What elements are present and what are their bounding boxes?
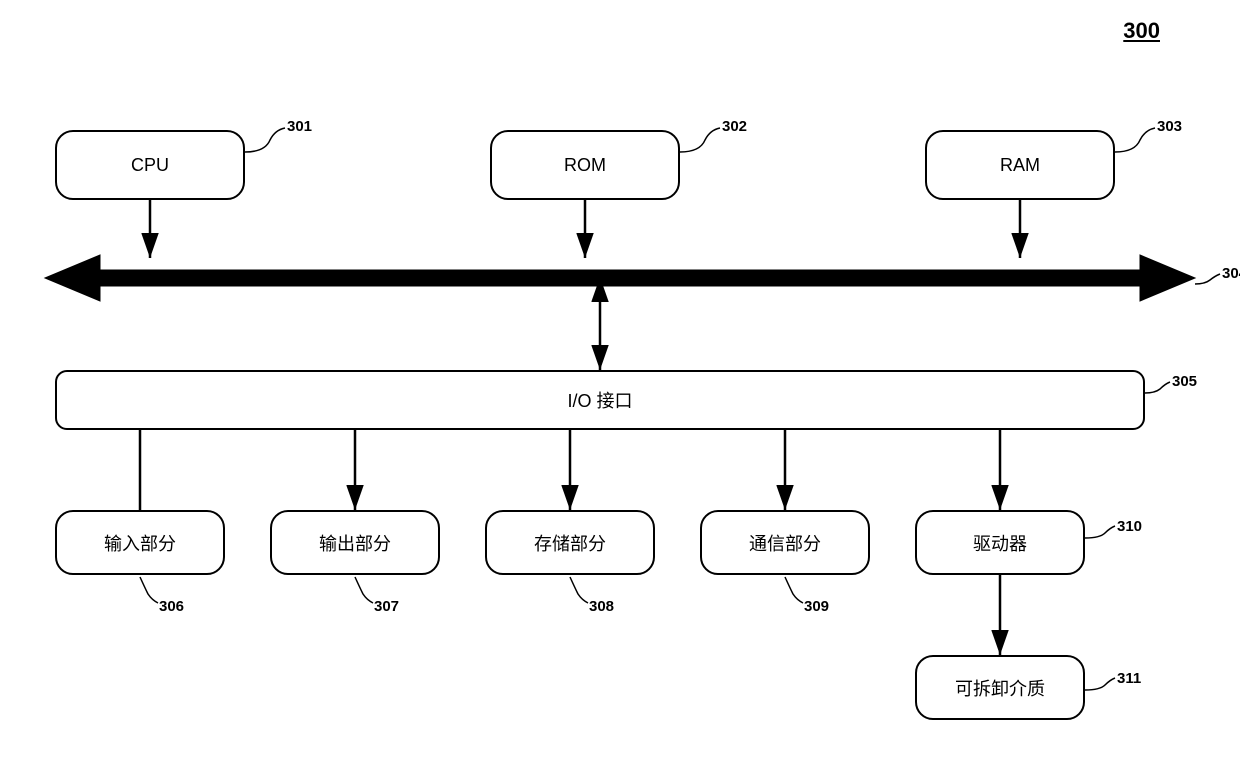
- ref-302: 302: [722, 118, 747, 135]
- box-rom: ROM: [490, 130, 680, 200]
- box-comm: 通信部分: [700, 510, 870, 575]
- box-input: 输入部分: [55, 510, 225, 575]
- ref-305: 305: [1172, 373, 1197, 390]
- ref-306: 306: [159, 598, 184, 615]
- box-storage: 存储部分: [485, 510, 655, 575]
- ref-304: 304: [1222, 265, 1240, 282]
- diagram-number: 300: [1123, 18, 1160, 44]
- box-driver: 驱动器: [915, 510, 1085, 575]
- ref-311: 311: [1117, 670, 1141, 687]
- box-io: I/O 接口: [55, 370, 1145, 430]
- ref-309: 309: [804, 598, 829, 615]
- ref-307: 307: [374, 598, 399, 615]
- box-media: 可拆卸介质: [915, 655, 1085, 720]
- box-output: 输出部分: [270, 510, 440, 575]
- diagram-container: 300: [0, 0, 1240, 781]
- ref-310: 310: [1117, 518, 1142, 535]
- ref-303: 303: [1157, 118, 1182, 135]
- box-cpu: CPU: [55, 130, 245, 200]
- ref-308: 308: [589, 598, 614, 615]
- ref-301: 301: [287, 118, 312, 135]
- box-ram: RAM: [925, 130, 1115, 200]
